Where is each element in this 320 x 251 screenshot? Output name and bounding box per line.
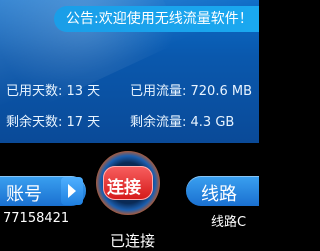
announcement-text: 公告:欢迎使用无线流量软件！ [66, 11, 253, 27]
used-flow-text: 已用流量: 720.6 MB [130, 84, 252, 99]
announcement-banner: 公告:欢迎使用无线流量软件！ [54, 6, 259, 32]
play-arrow-icon [68, 184, 76, 198]
account-arrow-button[interactable] [61, 177, 83, 205]
account-number: 77158421 [3, 211, 70, 226]
account-label: 账号 [6, 184, 42, 205]
remaining-days-text: 剩余天数: 17 天 [6, 115, 101, 130]
remaining-flow-text: 剩余流量: 4.3 GB [130, 115, 235, 130]
route-value: 线路C [211, 215, 247, 230]
connection-status: 已连接 [110, 232, 156, 250]
used-days-text: 已用天数: 13 天 [6, 84, 101, 99]
route-label: 线路 [201, 184, 237, 205]
connect-label: 连接 [107, 178, 141, 198]
